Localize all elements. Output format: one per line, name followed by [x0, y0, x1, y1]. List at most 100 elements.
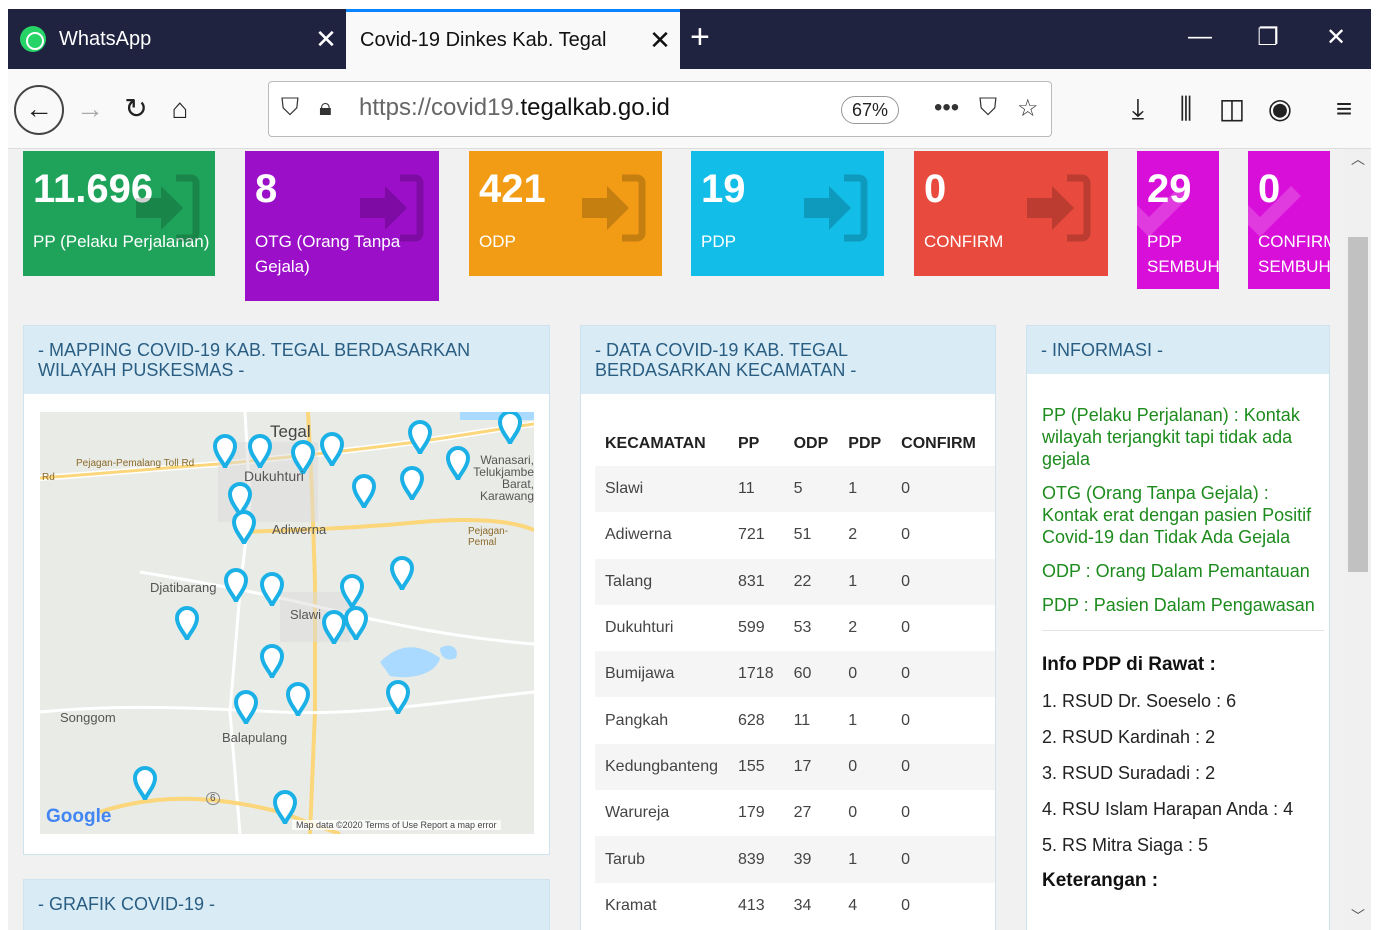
- cell: 0: [986, 466, 995, 512]
- cell: 0: [986, 836, 995, 882]
- navigation-bar: ← → ↻ ⌂ ⛉ 🔒︎ https://covid19.tegalkab.go…: [8, 69, 1371, 149]
- map-label-dukuhturi: Dukuhturi: [244, 468, 304, 484]
- cell: 831: [738, 572, 765, 590]
- grafik-panel-title: - GRAFIK COVID-19 -: [24, 880, 549, 930]
- cell: 628: [738, 711, 765, 729]
- column-header[interactable]: ODP: [784, 422, 839, 466]
- whatsapp-icon: [20, 26, 46, 52]
- close-window-icon[interactable]: ✕: [1316, 23, 1356, 52]
- menu-icon[interactable]: ≡: [1324, 89, 1364, 129]
- column-header[interactable]: KECAMATAN: [595, 422, 728, 466]
- stat-box-odp[interactable]: 421 ODP: [469, 151, 662, 276]
- column-header[interactable]: PDP: [838, 422, 891, 466]
- map-label-songgom: Songgom: [60, 710, 116, 725]
- back-arrow-icon[interactable]: ←: [14, 85, 64, 135]
- page-content: 11.696 PP (Pelaku Perjalanan) 8 OTG (Ora…: [8, 149, 1371, 930]
- bookmark-star-icon[interactable]: ☆: [1017, 94, 1039, 123]
- zoom-level-badge[interactable]: 67%: [841, 96, 899, 124]
- library-icon[interactable]: ⫼: [1166, 89, 1206, 129]
- cell: 60: [793, 665, 812, 683]
- map-label-slawi: Slawi: [290, 607, 322, 622]
- table-row: Pangkah62811100: [595, 697, 995, 743]
- rawat-item: 3. RSUD Suradadi : 2: [1042, 763, 1216, 783]
- kecamatan-table: KECAMATAN PP ODP PDP CONFIRM SEMBUH Slaw…: [595, 422, 995, 929]
- keterangan-title: Keterangan :: [1042, 870, 1159, 891]
- close-tab-icon[interactable]: ✕: [306, 24, 346, 55]
- cell: 34: [793, 896, 812, 914]
- column-header[interactable]: PP: [728, 422, 784, 466]
- home-icon[interactable]: ⌂: [160, 89, 200, 129]
- check-icon: [1248, 186, 1301, 237]
- tab-whatsapp[interactable]: WhatsApp ✕: [8, 9, 346, 69]
- google-logo[interactable]: Google: [46, 806, 111, 828]
- stat-value: 8: [255, 167, 278, 211]
- url-domain: tegalkab.go.id: [520, 94, 670, 121]
- vertical-scrollbar[interactable]: ︿ ﹀: [1345, 149, 1371, 930]
- cell: Warureja: [605, 804, 670, 822]
- info-panel-title: - INFORMASI -: [1027, 326, 1329, 374]
- map-label-wanasari: Wanasari, Telukjambe Barat, Karawang: [473, 453, 534, 503]
- stat-box-pdp-sembuh[interactable]: 29 PDP SEMBUH: [1137, 151, 1219, 289]
- reload-icon[interactable]: ↻: [116, 89, 156, 129]
- tab-covid19[interactable]: Covid-19 Dinkes Kab. Tegal ✕: [346, 9, 680, 69]
- table-row: Bumijawa 1718 60 0 0 0: [595, 651, 995, 698]
- map-label-djatibarang: Djatibarang: [150, 580, 217, 595]
- stat-box-confirm[interactable]: 0 CONFIRM: [914, 151, 1108, 276]
- more-actions-icon[interactable]: •••: [934, 94, 959, 122]
- cell: Talang: [605, 572, 653, 590]
- scrollbar-thumb[interactable]: [1348, 237, 1368, 572]
- rawat-title: Info PDP di Rawat :: [1042, 654, 1216, 675]
- pocket-icon[interactable]: ⛉: [979, 94, 997, 122]
- cell: Bumijawa: [605, 665, 675, 683]
- cell: 5: [793, 480, 803, 498]
- tab-title: WhatsApp: [59, 27, 152, 50]
- cell: 0: [901, 619, 911, 637]
- stat-box-confirm-sembuh[interactable]: 0 CONFIRM SEMBUH: [1248, 151, 1330, 289]
- minimize-icon[interactable]: —: [1180, 23, 1220, 51]
- stat-box-pdp[interactable]: 19 PDP: [691, 151, 884, 276]
- url-text[interactable]: https://covid19.tegalkab.go.id: [359, 94, 670, 122]
- map-label-toll-road: Pejagan-Pemalang Toll Rd: [76, 458, 195, 469]
- sign-in-icon: [582, 174, 646, 242]
- sign-in-icon: [1027, 174, 1091, 242]
- google-map[interactable]: Tegal Dukuhturi Adiwerna Djatibarang Sla…: [40, 412, 534, 834]
- stat-label: PDP: [701, 232, 736, 251]
- lock-icon[interactable]: 🔒︎: [319, 94, 332, 122]
- browser-window: WhatsApp ✕ Covid-19 Dinkes Kab. Tegal ✕ …: [8, 9, 1371, 930]
- account-icon[interactable]: ◉: [1260, 89, 1300, 129]
- new-tab-icon[interactable]: +: [690, 19, 710, 55]
- rawat-item: 1. RSUD Dr. Soeselo : 6: [1042, 691, 1237, 711]
- cell: 0: [848, 757, 858, 775]
- cell: 0: [901, 480, 911, 498]
- close-tab-icon[interactable]: ✕: [640, 25, 680, 56]
- data-kecamatan-panel: - DATA COVID-19 KAB. TEGAL BERDASARKAN K…: [580, 325, 996, 930]
- cell: 0: [986, 744, 995, 790]
- sign-in-icon: [360, 174, 424, 242]
- cell: 53: [793, 619, 812, 637]
- restore-icon[interactable]: ❐: [1248, 23, 1288, 52]
- stat-box-pp[interactable]: 11.696 PP (Pelaku Perjalanan): [23, 151, 215, 276]
- cell: 22: [793, 572, 812, 590]
- data-table-wrapper: KECAMATAN PP ODP PDP CONFIRM SEMBUH Slaw…: [595, 422, 995, 929]
- scroll-down-arrow-icon[interactable]: ﹀: [1345, 906, 1371, 926]
- definition-pp: PP (Pelaku Perjalanan) : Kontak wilayah …: [1042, 405, 1300, 469]
- map-route-shield: 6: [206, 792, 220, 805]
- download-icon[interactable]: ⤓: [1118, 89, 1158, 129]
- shield-icon[interactable]: ⛉: [281, 94, 299, 122]
- scroll-up-arrow-icon[interactable]: ︿: [1345, 149, 1371, 169]
- cell: Pangkah: [605, 711, 669, 729]
- column-header[interactable]: SEMBUH: [986, 422, 995, 466]
- stat-box-otg[interactable]: 8 OTG (Orang Tanpa Gejala): [245, 151, 439, 301]
- cell: 0: [901, 572, 911, 590]
- map-attribution[interactable]: Map data ©2020 Terms of Use Report a map…: [292, 820, 501, 830]
- table-header-row: KECAMATAN PP ODP PDP CONFIRM SEMBUH: [595, 422, 995, 466]
- cell: 413: [738, 896, 765, 914]
- sidebar-icon[interactable]: ◫: [1212, 89, 1252, 129]
- url-bar[interactable]: ⛉ 🔒︎ https://covid19.tegalkab.go.id 67% …: [268, 81, 1052, 137]
- column-header[interactable]: CONFIRM: [891, 422, 986, 466]
- cell: 0: [986, 883, 995, 929]
- cell: 0: [986, 651, 995, 697]
- cell: 0: [986, 512, 995, 558]
- forward-arrow-icon[interactable]: →: [70, 89, 110, 129]
- cell: 155: [738, 757, 765, 775]
